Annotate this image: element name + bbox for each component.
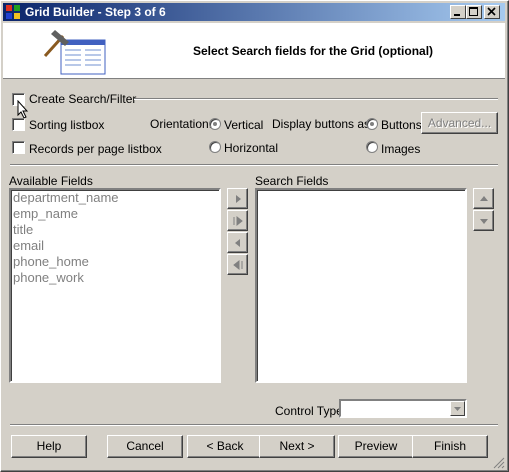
chevron-down-icon [454,407,461,411]
list-item[interactable]: emp_name [11,206,219,222]
maximize-icon [469,7,478,16]
minimize-button[interactable] [450,5,466,19]
double-arrow-left-icon [233,259,243,271]
footer-separator [10,424,498,426]
orientation-vertical-label: Vertical [224,118,264,132]
arrow-up-icon [480,196,488,201]
create-search-text: Create Search/Filter [29,92,137,106]
title-bar[interactable]: Grid Builder - Step 3 of 6 [3,3,505,21]
orientation-label: Orientation: [150,117,213,131]
orientation-vertical-radio[interactable] [209,118,221,130]
display-buttons-option-label: Buttons [381,118,422,132]
remove-all-fields-button[interactable] [227,254,248,275]
next-button[interactable]: Next > [259,435,335,458]
orientation-horizontal-radio[interactable] [209,141,221,153]
create-search-label: Create Search/Filter [29,92,136,106]
records-per-page-label: Records per page listbox [29,142,162,156]
control-type-dropdown-button[interactable] [450,401,465,416]
add-all-fields-button[interactable] [227,210,248,231]
double-arrow-right-icon [233,215,243,227]
records-per-page-checkbox[interactable] [12,141,25,154]
move-up-button[interactable] [473,188,494,209]
maximize-button[interactable] [466,5,482,19]
list-item[interactable]: phone_home [11,254,219,270]
available-fields-listbox[interactable]: department_name emp_name title email pho… [9,188,221,383]
remove-field-button[interactable] [227,232,248,253]
orientation-horizontal-label: Horizontal [224,141,279,155]
search-fields-label: Search Fields [255,174,329,188]
available-fields-label: Available Fields [9,174,93,188]
close-button[interactable] [484,5,500,19]
arrow-right-icon [236,195,241,203]
window-title: Grid Builder - Step 3 of 6 [25,5,166,19]
list-item[interactable]: department_name [11,190,219,206]
grid-builder-logo [43,30,106,75]
preview-button[interactable]: Preview [338,435,414,458]
sorting-listbox-checkbox[interactable] [12,118,25,131]
arrow-left-icon [235,239,240,247]
control-type-select[interactable] [339,399,467,418]
help-button[interactable]: Help [11,435,87,458]
display-buttons-label: Display buttons as: [272,117,374,131]
resize-grip-icon[interactable] [492,456,505,469]
advanced-button[interactable]: Advanced... [421,112,498,134]
list-item[interactable]: phone_work [11,270,219,286]
display-images-radio[interactable] [366,141,378,153]
list-item[interactable]: email [11,238,219,254]
fields-separator [10,164,498,166]
control-type-label: Control Type [275,404,343,418]
options-separator [134,98,498,100]
display-images-label: Images [381,142,421,156]
finish-button[interactable]: Finish [412,435,488,458]
list-item[interactable]: title [11,222,219,238]
app-icon [6,5,20,19]
search-fields-listbox[interactable] [255,188,467,383]
sorting-listbox-label: Sorting listbox [29,118,105,132]
back-button[interactable]: < Back [187,435,263,458]
cancel-button[interactable]: Cancel [107,435,183,458]
add-field-button[interactable] [227,188,248,209]
minimize-icon [454,14,460,16]
wizard-header: Select Search fields for the Grid (optio… [3,23,505,79]
close-icon [487,7,496,16]
mouse-cursor-icon [17,100,29,119]
arrow-down-icon [480,219,488,224]
move-down-button[interactable] [473,210,494,231]
step-subtitle: Select Search fields for the Grid (optio… [193,44,434,58]
display-buttons-radio[interactable] [366,118,378,130]
